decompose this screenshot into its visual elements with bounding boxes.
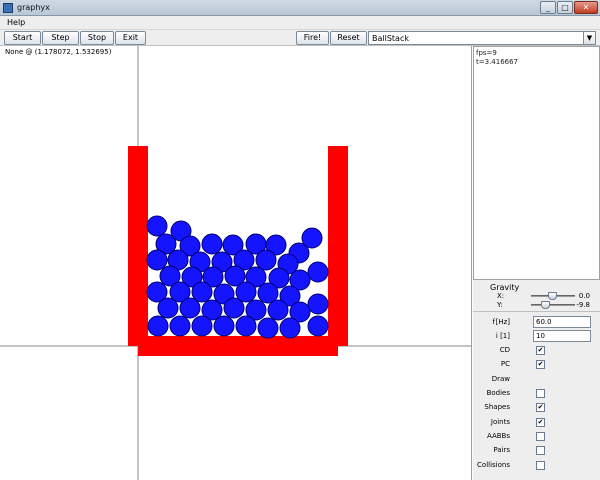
fire-button[interactable]: Fire!: [296, 31, 329, 45]
frequency-row: f [Hz] 60.0: [473, 316, 600, 329]
menu-help[interactable]: Help: [7, 18, 25, 27]
draw-label: Draw: [491, 375, 510, 383]
ball-body: [307, 293, 329, 315]
joints-label: Joints: [490, 418, 510, 426]
gravity-y-slider[interactable]: [531, 301, 575, 309]
slider-thumb[interactable]: [541, 301, 550, 309]
shapes-row: Shapes ✔: [473, 401, 600, 414]
collisions-label: Collisions: [477, 461, 510, 469]
ball-body: [191, 315, 213, 337]
exit-button[interactable]: Exit: [115, 31, 146, 45]
bodies-checkbox[interactable]: [536, 389, 545, 398]
ball-body: [257, 317, 279, 339]
close-button[interactable]: ✕: [574, 1, 598, 14]
simulation-canvas[interactable]: None @ (1.178072, 1.532695): [0, 46, 472, 480]
step-button[interactable]: Step: [42, 31, 79, 45]
iterations-label: i [1]: [495, 332, 510, 340]
ball-body: [147, 315, 169, 337]
ball-group: [146, 215, 329, 339]
gravity-y-label: Y:: [497, 301, 503, 309]
side-panel: fps=9 t=3.416667 Gravity X: 0.0 Y: -9.8 …: [473, 46, 600, 480]
aabbs-checkbox[interactable]: [536, 432, 545, 441]
ball-body: [279, 317, 301, 339]
toolbar: Start Step Stop Exit Fire! Reset BallSta…: [0, 30, 600, 46]
draw-row: Draw: [473, 373, 600, 386]
shapes-checkbox[interactable]: ✔: [536, 403, 545, 412]
close-icon: ✕: [582, 3, 590, 12]
cd-label: CD: [499, 346, 510, 354]
pc-label: PC: [500, 360, 510, 368]
chevron-down-icon[interactable]: ▼: [583, 32, 595, 44]
coordinate-readout: None @ (1.178072, 1.532695): [5, 48, 112, 56]
collisions-row: Collisions: [473, 459, 600, 472]
frequency-label: f [Hz]: [492, 318, 510, 326]
frequency-field[interactable]: 60.0: [533, 316, 591, 328]
aabbs-label: AABBs: [486, 432, 510, 440]
maximize-icon: □: [561, 3, 569, 12]
ball-body: [223, 297, 245, 319]
scene-drawing: [0, 46, 471, 480]
container-floor: [138, 336, 338, 356]
container-right-wall: [328, 146, 348, 346]
cd-checkbox[interactable]: ✔: [536, 346, 545, 355]
pairs-label: Pairs: [493, 446, 510, 454]
gravity-title: Gravity: [490, 283, 520, 292]
title-bar: graphyx _ □ ✕: [0, 0, 600, 16]
bodies-label: Bodies: [486, 389, 510, 397]
ball-body: [267, 299, 289, 321]
container-left-wall: [128, 146, 148, 346]
shapes-label: Shapes: [484, 403, 510, 411]
aabbs-row: AABBs: [473, 430, 600, 443]
iterations-field[interactable]: 10: [533, 330, 591, 342]
slider-thumb[interactable]: [548, 292, 557, 300]
app-icon: [3, 3, 13, 13]
pc-checkbox[interactable]: ✔: [536, 360, 545, 369]
ball-body: [213, 315, 235, 337]
ball-body: [157, 297, 179, 319]
joints-checkbox[interactable]: ✔: [536, 418, 545, 427]
pairs-checkbox[interactable]: [536, 446, 545, 455]
iterations-row: i [1] 10: [473, 330, 600, 343]
ball-body: [169, 315, 191, 337]
minimize-button[interactable]: _: [540, 1, 556, 14]
ball-body: [201, 233, 223, 255]
reset-button[interactable]: Reset: [330, 31, 367, 45]
ball-body: [179, 297, 201, 319]
slider-track: [531, 304, 575, 306]
menu-bar: Help: [0, 16, 600, 30]
scene-select-value: BallStack: [372, 34, 409, 43]
pc-row: PC ✔: [473, 358, 600, 371]
ball-body: [307, 261, 329, 283]
parameters-panel: f [Hz] 60.0 i [1] 10 CD ✔ PC ✔ Draw Bodi…: [473, 314, 600, 480]
gravity-x-slider[interactable]: [531, 292, 575, 300]
stop-button[interactable]: Stop: [80, 31, 114, 45]
gravity-x-value: 0.0: [578, 292, 590, 300]
bodies-row: Bodies: [473, 387, 600, 400]
gravity-panel: Gravity X: 0.0 Y: -9.8: [473, 282, 600, 312]
cd-row: CD ✔: [473, 344, 600, 357]
time-readout: t=3.416667: [476, 58, 519, 66]
fps-readout: fps=9: [476, 49, 497, 57]
gravity-y-value: -9.8: [576, 301, 590, 309]
pairs-row: Pairs: [473, 444, 600, 457]
ball-body: [235, 315, 257, 337]
joints-row: Joints ✔: [473, 416, 600, 429]
ball-body: [307, 315, 329, 337]
collisions-checkbox[interactable]: [536, 461, 545, 470]
ball-body: [146, 249, 168, 271]
minimize-icon: _: [546, 3, 550, 12]
gravity-x-label: X:: [497, 292, 505, 300]
window-title: graphyx: [17, 3, 50, 12]
stats-area: fps=9 t=3.416667: [473, 46, 600, 280]
ball-body: [146, 215, 168, 237]
scene-select[interactable]: BallStack ▼: [368, 31, 596, 45]
start-button[interactable]: Start: [4, 31, 41, 45]
maximize-button[interactable]: □: [557, 1, 573, 14]
